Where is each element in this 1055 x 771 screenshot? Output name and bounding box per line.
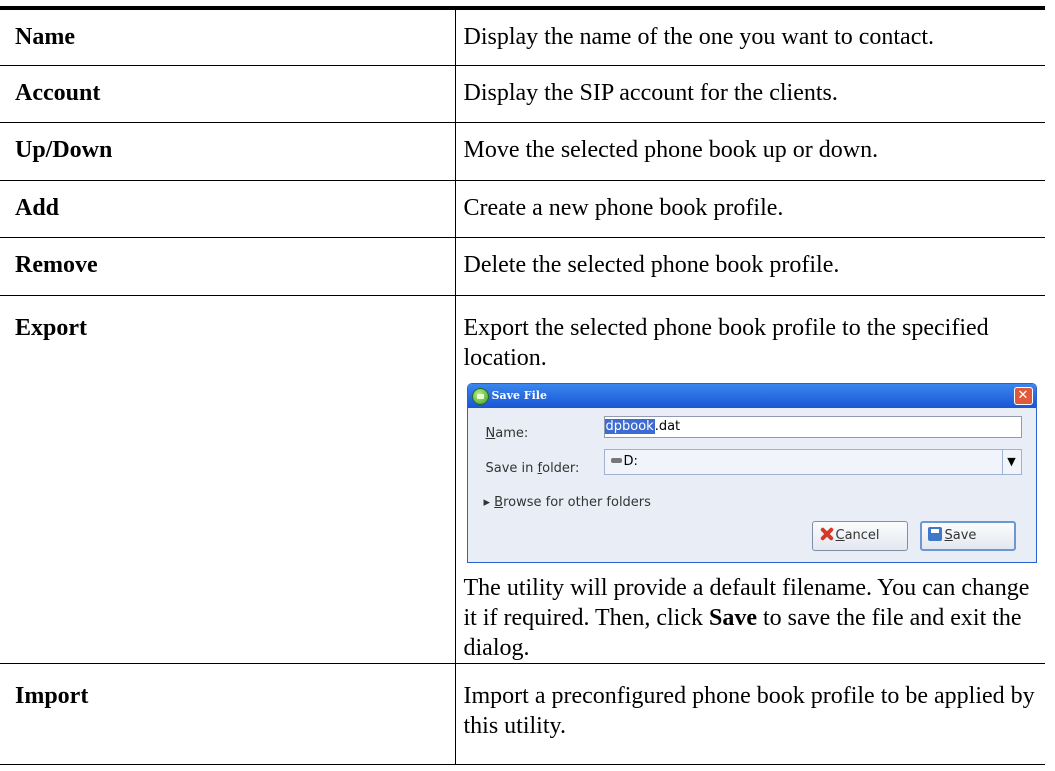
- term-export: Export: [0, 295, 456, 663]
- table-row: Remove Delete the selected phone book pr…: [0, 237, 1045, 295]
- definition-remove: Delete the selected phone book profile.: [463, 251, 840, 278]
- term-name: Name: [0, 8, 456, 65]
- cancel-button[interactable]: Cancel: [811, 520, 908, 551]
- folder-dropdown[interactable]: D: ▼: [603, 448, 1022, 475]
- browse-folders-expander[interactable]: ▸ Browse for other folders: [484, 488, 651, 518]
- save-file-dialog: Save File ✕ Name: dpbook.dat Save in fol…: [466, 382, 1037, 563]
- table-row: Import Import a preconfigured phone book…: [0, 663, 1045, 764]
- expander-arrow-icon: ▸: [483, 494, 491, 510]
- term-account: Account: [0, 65, 456, 122]
- filename-input[interactable]: dpbook.dat: [603, 415, 1022, 438]
- definition-import: Import a preconfigured phone book profil…: [463, 682, 1035, 739]
- save-keyword: Save: [708, 604, 757, 631]
- term-add: Add: [0, 180, 456, 237]
- definition-up-down: Move the selected phone book up or down.: [463, 136, 879, 163]
- filename-selected-text: dpbook: [604, 418, 655, 434]
- definition-account: Display the SIP account for the clients.: [463, 79, 838, 106]
- close-button[interactable]: ✕: [1013, 386, 1033, 405]
- save-button[interactable]: Save: [919, 520, 1016, 551]
- chevron-down-icon[interactable]: ▼: [1001, 449, 1021, 474]
- term-import: Import: [0, 663, 456, 764]
- dialog-titlebar: Save File ✕: [467, 383, 1036, 408]
- name-label: Name:: [485, 425, 529, 441]
- dialog-title: Save File: [491, 388, 547, 402]
- definition-export: Export the selected phone book profile t…: [463, 314, 989, 371]
- table-row: Name Display the name of the one you wan…: [0, 8, 1045, 65]
- filename-extension: .dat: [654, 418, 681, 434]
- table-row: Export Export the selected phone book pr…: [0, 295, 1045, 663]
- drive-icon: [610, 457, 622, 463]
- table-row: Up/Down Move the selected phone book up …: [0, 122, 1045, 180]
- folder-value: D:: [623, 453, 638, 469]
- term-up-down: Up/Down: [0, 122, 456, 180]
- app-icon: [471, 387, 489, 405]
- term-remove: Remove: [0, 237, 456, 295]
- definition-export-cell: Export the selected phone book profile t…: [455, 295, 1045, 663]
- definition-name: Display the name of the one you want to …: [463, 24, 935, 50]
- table-row: Add Create a new phone book profile.: [0, 180, 1045, 237]
- table-row: Account Display the SIP account for the …: [0, 65, 1045, 122]
- cancel-icon: [819, 527, 833, 541]
- description-table: Name Display the name of the one you wan…: [0, 6, 1045, 765]
- floppy-disk-icon: [927, 526, 942, 541]
- definition-add: Create a new phone book profile.: [463, 194, 784, 221]
- save-in-folder-label: Save in folder:: [485, 460, 580, 476]
- export-note: The utility will provide a default filen…: [463, 574, 1030, 661]
